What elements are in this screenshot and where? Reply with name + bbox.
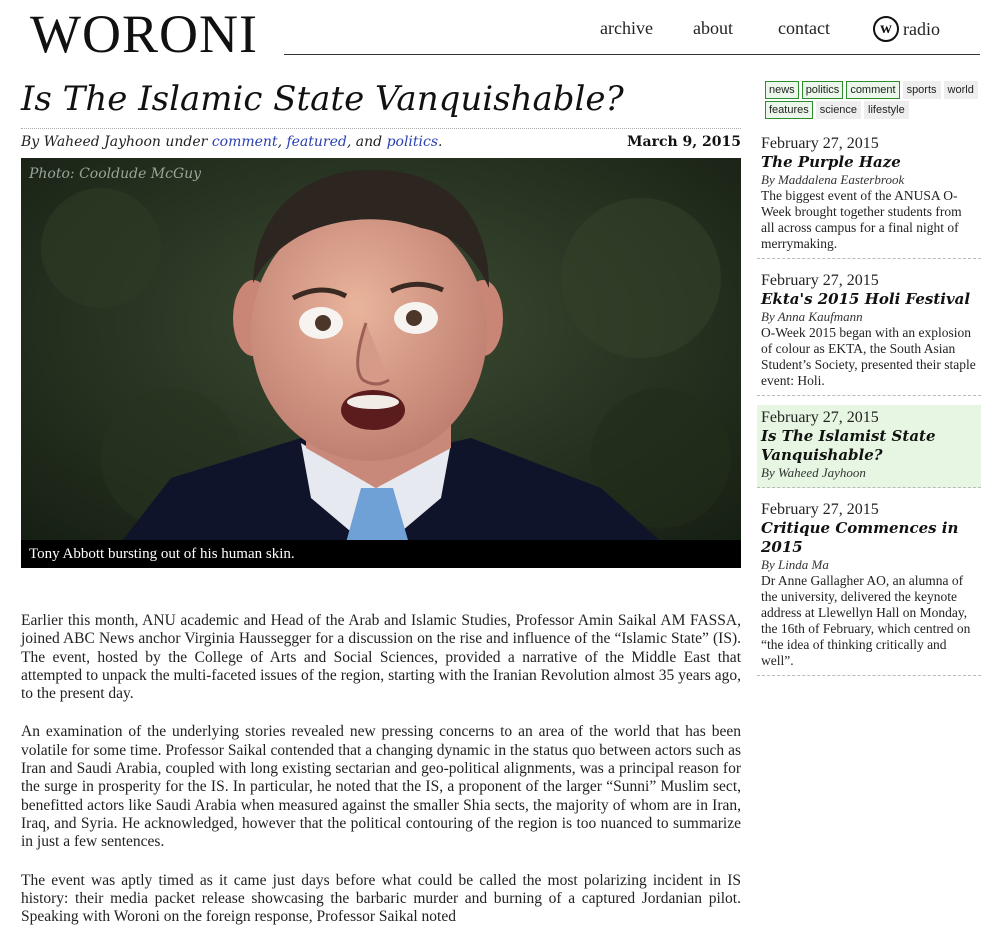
article-paragraph: The event was aptly timed as it came jus… [21,871,741,926]
related-article-author: By Maddalena Easterbrook [761,172,905,187]
photo-caption-bar: Tony Abbott bursting out of his human sk… [21,540,741,568]
related-article-date: February 27, 2015 [761,501,879,518]
photo-credit: Photo: Cooldude McGuy [29,166,202,182]
article-photo: Photo: Cooldude McGuy Tony Abbott bursti… [21,158,741,568]
tag-science[interactable]: science [815,101,862,119]
nav-about-link[interactable]: about [693,18,733,39]
category-link-comment[interactable]: comment [212,134,278,150]
related-article-excerpt: O-Week 2015 began with an explosion of c… [761,325,976,388]
related-article-current[interactable]: February 27, 2015 Is The Islamist State … [757,405,981,488]
tag-lifestyle[interactable]: lifestyle [864,101,909,119]
related-article-title[interactable]: The Purple Haze [761,153,977,172]
article-paragraph: Earlier this month, ANU academic and Hea… [21,612,741,703]
byline-separator: , and [346,134,383,150]
nav-radio-link[interactable]: w radio [873,16,940,42]
related-article-author: By Linda Ma [761,557,829,572]
byline-divider [21,128,741,129]
related-article-date: February 27, 2015 [761,272,879,289]
article-body: Earlier this month, ANU academic and Hea… [21,612,741,946]
byline-separator: , [277,134,283,150]
related-article-title[interactable]: Is The Islamist State Vanquishable? [761,427,977,465]
category-link-featured[interactable]: featured [286,134,346,150]
related-article-excerpt: Dr Anne Gallagher AO, an alumna of the u… [761,573,971,668]
tag-comment[interactable]: comment [846,81,900,99]
tag-news[interactable]: news [765,81,799,99]
nav-contact-link[interactable]: contact [778,18,830,39]
tag-world[interactable]: world [943,81,978,99]
article-paragraph: An examination of the underlying stories… [21,723,741,851]
article-date: March 9, 2015 [627,134,741,150]
main-nav: archive about contact w radio [0,16,999,48]
related-article-author: By Waheed Jayhoon [761,465,866,480]
header-rule [284,54,980,55]
related-article-date: February 27, 2015 [761,135,879,152]
byline-prefix: By Waheed Jayhoon under [21,134,208,150]
tag-features[interactable]: features [765,101,813,119]
radio-logo-icon: w [873,16,899,42]
related-article-excerpt: The biggest event of the ANUSA O-Week br… [761,188,962,251]
byline-end: . [438,134,443,150]
related-article[interactable]: February 27, 2015 Critique Commences in … [757,497,981,676]
related-articles-list: February 27, 2015 The Purple Haze By Mad… [757,131,981,685]
nav-radio-label: radio [903,18,940,39]
category-link-politics[interactable]: politics [387,134,438,150]
tag-politics[interactable]: politics [801,81,844,99]
section-tags: news politics comment sports world featu… [765,81,985,119]
photo-caption: Tony Abbott bursting out of his human sk… [29,546,295,562]
tag-sports[interactable]: sports [902,81,941,99]
related-article[interactable]: February 27, 2015 Ekta's 2015 Holi Festi… [757,268,981,396]
photo-illustration [21,158,741,568]
related-article-title[interactable]: Critique Commences in 2015 [761,519,977,557]
related-article-date: February 27, 2015 [761,409,879,426]
article-title: Is The Islamic State Vanquishable? [21,79,624,119]
related-article-title[interactable]: Ekta's 2015 Holi Festival [761,290,977,309]
related-article[interactable]: February 27, 2015 The Purple Haze By Mad… [757,131,981,259]
nav-archive-link[interactable]: archive [600,18,653,39]
related-article-author: By Anna Kaufmann [761,309,863,324]
